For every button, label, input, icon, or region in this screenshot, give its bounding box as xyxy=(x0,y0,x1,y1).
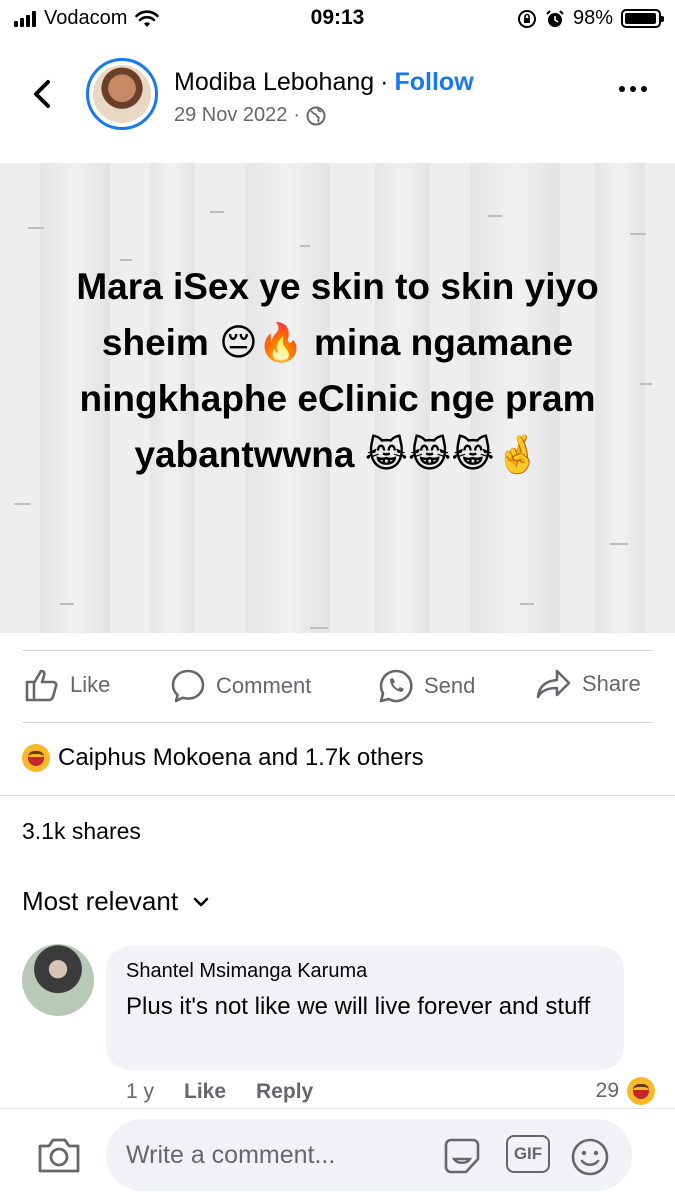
share-button[interactable]: Share xyxy=(536,668,641,700)
back-chevron-icon[interactable] xyxy=(28,76,58,112)
comment-composer-bar: Write a comment... GIF xyxy=(0,1108,675,1200)
avatar-sticker-icon[interactable] xyxy=(442,1137,482,1175)
chevron-down-icon xyxy=(193,897,209,906)
sort-label: Most relevant xyxy=(22,886,179,916)
comment-bubble: Shantel Msimanga Karuma Plus it's not li… xyxy=(106,946,624,1070)
author-name[interactable]: Modiba Lebohang xyxy=(174,68,374,97)
whatsapp-icon xyxy=(379,669,413,703)
follow-button[interactable]: Follow xyxy=(395,68,474,97)
comment-label: Comment xyxy=(216,673,312,698)
post-text: Mara iSex ye skin to skin yiyo sheim 😔🔥 … xyxy=(76,266,599,475)
battery-icon xyxy=(621,9,664,28)
orientation-lock-icon xyxy=(517,9,536,28)
haha-reaction-icon xyxy=(22,744,50,772)
share-label: Share xyxy=(582,671,641,696)
name-separator: · xyxy=(380,68,389,96)
status-bar: Vodacom 09:13 98% xyxy=(0,0,675,36)
comment-placeholder: Write a comment... xyxy=(126,1141,336,1169)
alarm-icon xyxy=(546,9,564,27)
status-right: 98% xyxy=(517,7,664,30)
globe-icon xyxy=(306,106,326,125)
battery-percent: 98% xyxy=(572,7,613,29)
author-avatar xyxy=(93,65,151,123)
post-actions: Like Comment Send Share xyxy=(0,650,675,722)
comment-age: 1 y xyxy=(126,1080,155,1103)
comment-button[interactable]: Comment xyxy=(170,668,311,704)
author-row: Modiba Lebohang · Follow xyxy=(174,68,474,97)
commenter-avatar[interactable] xyxy=(22,944,94,1016)
post-background: Mara iSex ye skin to skin yiyo sheim 😔🔥 … xyxy=(0,163,675,633)
more-options-icon[interactable] xyxy=(619,86,647,92)
thumbs-up-icon xyxy=(25,669,58,702)
post-date[interactable]: 29 Nov 2022 xyxy=(174,104,287,127)
camera-icon[interactable] xyxy=(36,1135,82,1175)
comment-text: Plus it's not like we will live forever … xyxy=(126,993,591,1020)
share-count[interactable]: 3.1k shares xyxy=(22,818,141,845)
battery-fill xyxy=(625,13,657,24)
divider-reactions xyxy=(0,795,675,796)
comment-reaction-count: 29 xyxy=(595,1079,619,1102)
divider-bottom xyxy=(22,722,653,723)
send-button[interactable]: Send xyxy=(378,668,475,704)
sort-dropdown[interactable]: Most relevant xyxy=(22,886,210,917)
author-avatar-ring[interactable] xyxy=(86,58,158,130)
post-header: Modiba Lebohang · Follow 29 Nov 2022 · xyxy=(0,52,675,136)
comment-input[interactable]: Write a comment... GIF xyxy=(106,1119,632,1191)
meta-separator: · xyxy=(293,104,301,126)
comment-reactions[interactable]: 29 xyxy=(596,1077,655,1105)
like-label: Like xyxy=(70,672,111,697)
comment-author[interactable]: Shantel Msimanga Karuma xyxy=(126,960,604,983)
gif-button[interactable]: GIF xyxy=(506,1135,550,1173)
comment-meta: 1 y Like Reply xyxy=(126,1080,313,1104)
comment-reply-button[interactable]: Reply xyxy=(256,1080,313,1104)
share-arrow-icon xyxy=(536,669,571,699)
reactions-summary[interactable]: Caiphus Mokoena and 1.7k others xyxy=(22,744,424,772)
emoji-icon[interactable] xyxy=(570,1137,610,1177)
comment-like-button[interactable]: Like xyxy=(184,1080,226,1104)
reactions-text: Caiphus Mokoena and 1.7k others xyxy=(58,744,424,771)
gif-label: GIF xyxy=(513,1144,543,1163)
send-label: Send xyxy=(424,673,476,698)
comment-icon xyxy=(171,669,205,703)
haha-reaction-icon xyxy=(627,1077,655,1105)
like-button[interactable]: Like xyxy=(24,668,110,702)
post-meta: 29 Nov 2022 · xyxy=(174,104,326,127)
